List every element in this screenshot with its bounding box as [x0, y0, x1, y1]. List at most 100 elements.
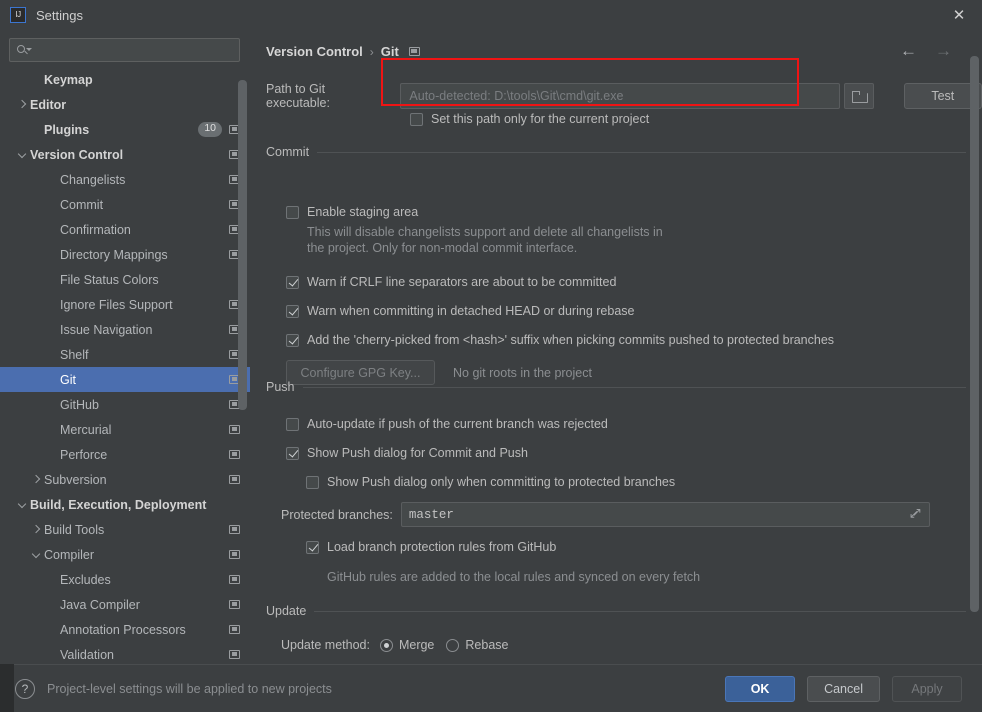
sidebar-item-label: Build Tools: [44, 522, 105, 537]
warn-crlf-checkbox-row[interactable]: Warn if CRLF line separators are about t…: [286, 275, 616, 289]
set-path-project-only-label: Set this path only for the current proje…: [431, 112, 650, 126]
show-push-dialog-checkbox[interactable]: [286, 446, 299, 460]
sidebar-item-annotation-processors[interactable]: Annotation Processors: [0, 617, 250, 642]
cherry-picked-suffix-label: Add the 'cherry-picked from <hash>' suff…: [307, 333, 835, 347]
auto-update-push-checkbox[interactable]: [286, 417, 299, 431]
sidebar-item-editor[interactable]: Editor: [0, 92, 250, 117]
expand-icon[interactable]: [909, 506, 922, 521]
cancel-button[interactable]: Cancel: [807, 675, 880, 702]
project-level-icon[interactable]: [229, 650, 240, 659]
warn-detached-head-checkbox[interactable]: [286, 304, 299, 318]
sidebar-item-file-status-colors[interactable]: File Status Colors: [0, 267, 250, 292]
show-push-dialog-checkbox-row[interactable]: Show Push dialog for Commit and Push: [286, 446, 528, 460]
project-level-icon[interactable]: [229, 550, 240, 559]
project-level-icon[interactable]: [229, 575, 240, 584]
content-scrollbar-thumb[interactable]: [970, 56, 979, 612]
git-path-field[interactable]: [400, 83, 840, 109]
settings-tree: Keymap Editor Plugins 10 Version Control Chan…: [0, 67, 250, 664]
sidebar-item-version-control[interactable]: Version Control: [0, 142, 250, 167]
load-branch-rules-checkbox-row[interactable]: Load branch protection rules from GitHub: [306, 540, 556, 554]
browse-folder-button[interactable]: [843, 83, 874, 109]
protected-branches-field[interactable]: [400, 502, 930, 527]
sidebar-scrollbar-thumb[interactable]: [238, 80, 247, 410]
project-level-icon[interactable]: [229, 475, 240, 484]
folder-icon: [851, 90, 868, 103]
chevron-down-icon[interactable]: [30, 549, 42, 561]
set-path-project-only-checkbox-row[interactable]: Set this path only for the current proje…: [410, 112, 649, 126]
sidebar-item-shelf[interactable]: Shelf: [0, 342, 250, 367]
nav-arrows: ← →: [900, 42, 952, 59]
auto-update-push-checkbox-row[interactable]: Auto-update if push of the current branc…: [286, 417, 608, 431]
update-section-header: Update: [266, 604, 966, 618]
help-icon[interactable]: ?: [15, 678, 35, 699]
breadcrumb-root[interactable]: Version Control: [266, 44, 363, 59]
update-method-rebase-label: Rebase: [465, 638, 509, 652]
apply-button[interactable]: Apply: [892, 675, 962, 702]
sidebar-item-label: Build, Execution, Deployment: [30, 497, 207, 512]
chevron-right-icon[interactable]: [30, 524, 42, 536]
set-path-project-only-checkbox[interactable]: [410, 112, 423, 126]
sidebar-item-github[interactable]: GitHub: [0, 392, 250, 417]
search-box[interactable]: [9, 38, 240, 62]
update-method-rebase-radio[interactable]: [446, 638, 460, 652]
project-level-icon[interactable]: [229, 450, 240, 459]
sidebar-item-validation[interactable]: Validation: [0, 642, 250, 664]
sidebar-item-excludes[interactable]: Excludes: [0, 567, 250, 592]
sidebar-item-changelists[interactable]: Changelists: [0, 167, 250, 192]
git-path-input[interactable]: [409, 89, 831, 103]
search-input[interactable]: [30, 43, 233, 57]
sidebar-item-directory-mappings[interactable]: Directory Mappings: [0, 242, 250, 267]
cherry-picked-suffix-checkbox-row[interactable]: Add the 'cherry-picked from <hash>' suff…: [286, 333, 834, 347]
chevron-down-icon[interactable]: [16, 149, 28, 161]
enable-staging-checkbox[interactable]: [286, 205, 299, 219]
sidebar-item-label: Commit: [60, 197, 104, 212]
sidebar-item-commit[interactable]: Commit: [0, 192, 250, 217]
load-branch-rules-checkbox[interactable]: [306, 540, 319, 554]
sidebar-item-label: Shelf: [60, 347, 89, 362]
project-level-icon[interactable]: [229, 600, 240, 609]
project-level-icon[interactable]: [229, 525, 240, 534]
cherry-picked-suffix-checkbox[interactable]: [286, 333, 299, 347]
chevron-right-icon[interactable]: [16, 99, 28, 111]
search-container: [0, 30, 250, 66]
forward-arrow-icon[interactable]: →: [935, 42, 952, 59]
sidebar-item-java-compiler[interactable]: Java Compiler: [0, 592, 250, 617]
sidebar-item-keymap[interactable]: Keymap: [0, 67, 250, 92]
sidebar-item-ignore-files-support[interactable]: Ignore Files Support: [0, 292, 250, 317]
footer-buttons: OK Cancel Apply: [725, 675, 962, 702]
gpg-status-text: No git roots in the project: [453, 365, 592, 380]
push-section-header: Push: [266, 380, 966, 394]
show-push-protected-checkbox-row[interactable]: Show Push dialog only when committing to…: [306, 475, 675, 489]
sidebar-item-plugins[interactable]: Plugins 10: [0, 117, 250, 142]
project-level-icon[interactable]: [408, 47, 420, 56]
sidebar-item-confirmation[interactable]: Confirmation: [0, 217, 250, 242]
sidebar-item-mercurial[interactable]: Mercurial: [0, 417, 250, 442]
sidebar-item-issue-navigation[interactable]: Issue Navigation: [0, 317, 250, 342]
warn-detached-head-checkbox-row[interactable]: Warn when committing in detached HEAD or…: [286, 304, 634, 318]
sidebar-item-git[interactable]: Git: [0, 367, 250, 392]
project-level-icon[interactable]: [229, 625, 240, 634]
show-push-protected-checkbox[interactable]: [306, 475, 319, 489]
update-method-merge-radio[interactable]: [379, 638, 393, 652]
close-icon[interactable]: ✕: [936, 0, 982, 30]
ok-button[interactable]: OK: [725, 675, 796, 702]
chevron-down-icon[interactable]: [16, 499, 28, 511]
sidebar-item-build-tools[interactable]: Build Tools: [0, 517, 250, 542]
search-icon: [16, 43, 32, 57]
sidebar-item-label: Compiler: [44, 547, 95, 562]
chevron-right-icon[interactable]: [30, 474, 42, 486]
back-arrow-icon[interactable]: ←: [900, 42, 917, 59]
warn-crlf-checkbox[interactable]: [286, 275, 299, 289]
sidebar-item-compiler[interactable]: Compiler: [0, 542, 250, 567]
project-level-icon[interactable]: [229, 425, 240, 434]
enable-staging-checkbox-row[interactable]: Enable staging area: [286, 205, 418, 219]
protected-branches-input[interactable]: [408, 507, 910, 522]
sidebar-item-subversion[interactable]: Subversion: [0, 467, 250, 492]
sidebar-item-build-execution-deployment[interactable]: Build, Execution, Deployment: [0, 492, 250, 517]
sidebar-item-label: Directory Mappings: [60, 247, 168, 262]
auto-update-push-label: Auto-update if push of the current branc…: [307, 417, 608, 431]
sidebar-item-perforce[interactable]: Perforce: [0, 442, 250, 467]
